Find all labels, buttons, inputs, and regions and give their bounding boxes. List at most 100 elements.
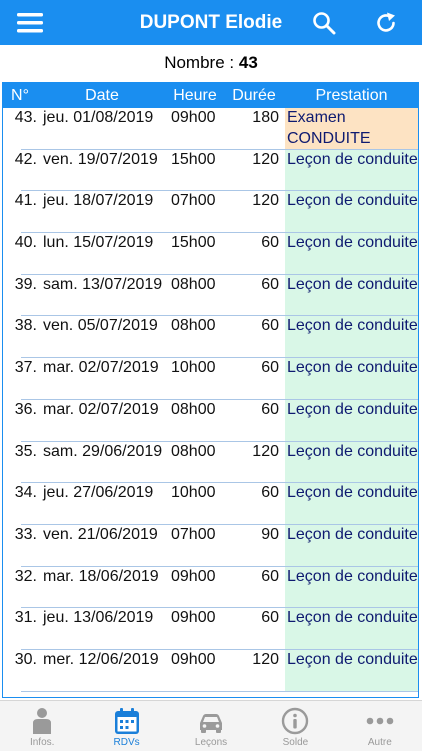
row-time: 10h00	[171, 484, 216, 502]
row-service: Leçon de conduite	[285, 524, 418, 567]
row-time: 08h00	[171, 400, 216, 418]
row-time: 09h00	[171, 567, 216, 585]
table-row[interactable]: 33. ven. 21/06/2019 07h00 90 Leçon de condui…	[3, 524, 418, 567]
tab-lecons[interactable]: Leçons	[169, 701, 253, 751]
row-service: Leçon de conduite	[285, 399, 418, 442]
row-time: 15h00	[171, 234, 216, 252]
tab-label: Solde	[282, 737, 309, 748]
row-date: jeu. 13/06/2019	[43, 609, 154, 627]
row-number: 42.	[14, 150, 37, 168]
more-dots-icon	[366, 717, 394, 725]
row-service: Leçon de conduite	[285, 649, 418, 692]
table-row[interactable]: 30. mer. 12/06/2019 09h00 120 Leçon de condu…	[3, 649, 418, 692]
person-icon	[33, 708, 52, 734]
table-row[interactable]: 39. sam. 13/07/2019 08h00 60 Leçon de condui…	[3, 274, 418, 317]
row-duration: 120	[252, 192, 279, 210]
table-row[interactable]: 42. ven. 19/07/2019 15h00 120 Leçon de condu…	[3, 149, 418, 192]
row-duration: 180	[252, 109, 279, 126]
row-duration: 60	[261, 234, 279, 252]
tab-rdvs[interactable]: RDVs	[84, 701, 168, 751]
row-duration: 90	[261, 525, 279, 543]
table-row[interactable]: 40. lun. 15/07/2019 15h00 60 Leçon de condui…	[3, 233, 418, 275]
row-time: 09h00	[171, 650, 216, 668]
column-header-duration: Durée	[232, 87, 276, 104]
row-service: Leçon de conduite	[285, 483, 418, 525]
row-number: 35.	[14, 442, 37, 460]
row-time: 07h00	[171, 525, 216, 543]
table-header: N° Date Heure Durée Prestation	[3, 83, 418, 108]
table-row[interactable]: 32. mar. 18/06/2019 09h00 60 Leçon de condui…	[3, 566, 418, 609]
row-time: 15h00	[171, 150, 216, 168]
row-service: Leçon de conduite	[285, 608, 418, 650]
tab-autre[interactable]: Autre	[338, 701, 422, 751]
search-icon[interactable]	[304, 0, 344, 45]
row-duration: 60	[261, 317, 279, 335]
bottom-tab-bar: Infos. RDVs Leçons Solde Autre	[0, 700, 422, 751]
row-date: mar. 02/07/2019	[43, 400, 159, 418]
row-service: Leçon de conduite	[285, 441, 418, 484]
row-time: 08h00	[171, 317, 216, 335]
table-row[interactable]: 31. jeu. 13/06/2019 09h00 60 Leçon de condui…	[3, 608, 418, 650]
row-service: Examen CONDUITE	[285, 108, 418, 150]
row-service: Leçon de conduite	[285, 358, 418, 400]
row-date: ven. 19/07/2019	[43, 150, 158, 168]
row-number: 43.	[14, 109, 37, 126]
table-row[interactable]: 35. sam. 29/06/2019 08h00 120 Leçon de condu…	[3, 441, 418, 484]
table-body: 43. jeu. 01/08/2019 09h00 180 Examen CONDUIT…	[3, 108, 418, 692]
row-date: jeu. 01/08/2019	[43, 109, 154, 126]
row-number: 37.	[14, 359, 37, 377]
row-duration: 60	[261, 609, 279, 627]
row-date: sam. 29/06/2019	[43, 442, 163, 460]
page-title: DUPONT Elodie	[139, 12, 283, 33]
row-time: 10h00	[171, 359, 216, 377]
table-row[interactable]: 37. mar. 02/07/2019 10h00 60 Leçon de condui…	[3, 358, 418, 400]
tab-label: Autre	[367, 737, 392, 748]
count-value: 43	[238, 53, 258, 72]
row-duration: 120	[252, 442, 279, 460]
count-label: Nombre :	[164, 53, 235, 72]
row-number: 40.	[14, 234, 37, 252]
row-date: mar. 18/06/2019	[43, 567, 159, 585]
row-duration: 60	[261, 400, 279, 418]
table-row[interactable]: 43. jeu. 01/08/2019 09h00 180 Examen CONDUIT…	[3, 108, 418, 150]
row-service: Leçon de conduite	[285, 316, 418, 359]
column-header-date: Date	[85, 87, 119, 104]
table-row[interactable]: 38. ven. 05/07/2019 08h00 60 Leçon de condui…	[3, 316, 418, 359]
row-time: 09h00	[171, 609, 216, 627]
row-duration: 60	[261, 484, 279, 502]
row-number: 33.	[14, 525, 37, 543]
refresh-icon[interactable]	[366, 0, 406, 45]
row-date: sam. 13/07/2019	[43, 275, 163, 293]
table-row[interactable]: 41. jeu. 18/07/2019 07h00 120 Leçon de condu…	[3, 191, 418, 234]
tab-label: Infos.	[29, 737, 55, 748]
info-icon	[282, 707, 309, 735]
table-row[interactable]: 36. mar. 02/07/2019 08h00 60 Leçon de condui…	[3, 399, 418, 442]
tab-label: RDVs	[113, 737, 140, 748]
tab-label: Leçons	[194, 737, 228, 748]
appointment-count: Nombre : 43	[0, 53, 422, 73]
row-duration: 60	[261, 359, 279, 377]
row-number: 30.	[14, 650, 37, 668]
column-header-number: N°	[11, 87, 29, 104]
row-time: 09h00	[171, 109, 216, 126]
row-duration: 60	[261, 567, 279, 585]
top-app-bar: DUPONT Elodie	[0, 0, 422, 45]
row-time: 08h00	[171, 275, 216, 293]
row-number: 34.	[14, 484, 37, 502]
row-date: mer. 12/06/2019	[43, 650, 159, 668]
row-service: Leçon de conduite	[285, 191, 418, 234]
row-duration: 120	[252, 650, 279, 668]
table-row[interactable]: 34. jeu. 27/06/2019 10h00 60 Leçon de condui…	[3, 483, 418, 525]
column-header-service: Prestation	[315, 87, 388, 104]
tab-solde[interactable]: Solde	[253, 701, 337, 751]
row-date: mar. 02/07/2019	[43, 359, 159, 377]
row-date: lun. 15/07/2019	[43, 234, 154, 252]
row-service: Leçon de conduite	[285, 566, 418, 609]
row-number: 41.	[14, 192, 37, 210]
row-date: ven. 05/07/2019	[43, 317, 158, 335]
appointments-table[interactable]: N° Date Heure Durée Prestation 43. jeu. 0…	[2, 82, 419, 698]
car-icon	[200, 714, 223, 733]
column-header-time: Heure	[173, 87, 217, 104]
row-number: 39.	[14, 275, 37, 293]
tab-infos[interactable]: Infos.	[0, 701, 84, 751]
